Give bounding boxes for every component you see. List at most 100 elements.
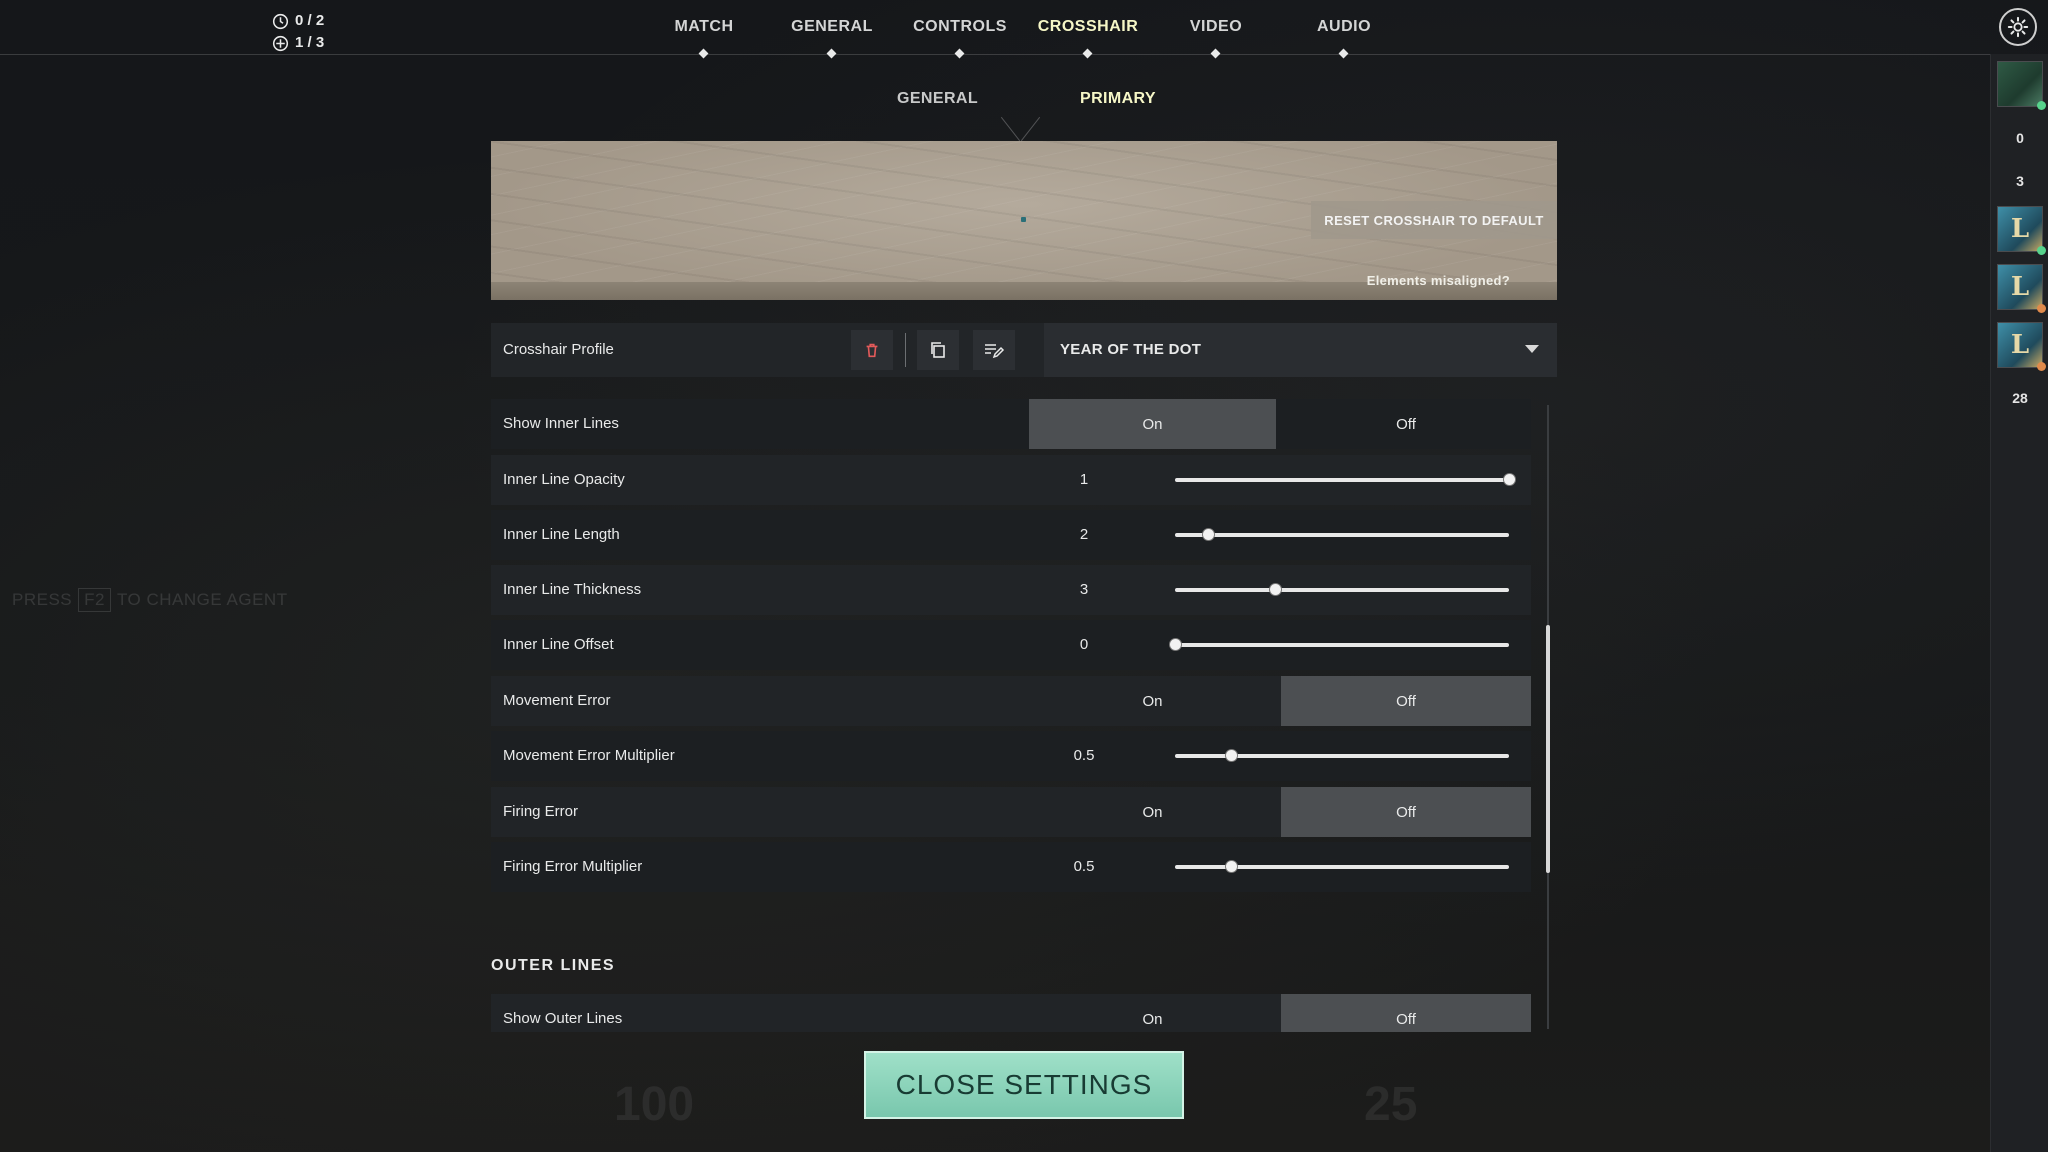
settings-top-bar: 0 / 2 1 / 3 MATCH GENERAL CONTROLS CROSS… (0, 0, 2037, 59)
trash-icon (866, 343, 878, 358)
scrollbar-thumb[interactable] (1546, 625, 1550, 873)
tab-audio[interactable]: AUDIO (1280, 0, 1408, 59)
settings-gear-button[interactable] (1999, 8, 2037, 46)
crosshair-profile-row: Crosshair Profile YEAR OF THE DOT (491, 323, 1557, 377)
setting-label: Inner Line Length (503, 526, 620, 543)
rail-count: 3 (2016, 173, 2024, 189)
setting-row-inner-line-opacity: Inner Line Opacity 1 (491, 455, 1531, 505)
reset-crosshair-button[interactable]: RESET CROSSHAIR TO DEFAULT (1311, 201, 1557, 239)
show-outer-lines-off-option[interactable]: Off (1281, 994, 1531, 1032)
friend-avatar[interactable]: L (1997, 206, 2046, 255)
close-settings-button[interactable]: CLOSE SETTINGS (864, 1051, 1184, 1119)
setting-row-inner-line-thickness: Inner Line Thickness 3 (491, 565, 1531, 615)
inner-line-thickness-value[interactable]: 3 (1069, 581, 1099, 598)
settings-scrollbar[interactable] (1546, 405, 1550, 1029)
movement-error-off-option[interactable]: Off (1281, 676, 1531, 726)
crosshair-dot (1021, 217, 1026, 222)
inner-line-offset-slider[interactable] (1170, 639, 1509, 650)
tab-controls[interactable]: CONTROLS (896, 0, 1024, 59)
ammo-readout: 25 (1364, 1078, 1418, 1131)
setting-row-show-inner-lines: Show Inner Lines On Off (491, 399, 1531, 449)
setting-row-inner-line-offset: Inner Line Offset 0 (491, 620, 1531, 670)
setting-row-show-outer-lines: Show Outer Lines On Off (491, 994, 1531, 1032)
match-counters: 0 / 2 1 / 3 (272, 10, 324, 54)
health-readout: 100 (614, 1078, 695, 1131)
gear-icon (2007, 16, 2029, 38)
inner-line-opacity-value[interactable]: 1 (1069, 471, 1099, 488)
setting-row-firing-error-multiplier: Firing Error Multiplier 0.5 (491, 842, 1531, 892)
firing-error-multiplier-value[interactable]: 0.5 (1069, 858, 1099, 875)
movement-error-on-option[interactable]: On (1029, 676, 1276, 726)
show-inner-lines-on-option[interactable]: On (1029, 399, 1276, 449)
plus-counter: 1 / 3 (272, 32, 324, 54)
setting-label: Movement Error Multiplier (503, 747, 675, 764)
copy-icon (931, 342, 945, 358)
inner-line-length-slider[interactable] (1175, 529, 1509, 540)
setting-row-inner-line-length: Inner Line Length 2 (491, 510, 1531, 560)
firing-error-on-option[interactable]: On (1029, 787, 1276, 837)
rename-icon (985, 344, 1005, 359)
friend-avatar[interactable]: L (1997, 322, 2046, 371)
slider-handle[interactable] (1225, 861, 1237, 872)
firing-error-off-option[interactable]: Off (1281, 787, 1531, 837)
slider-handle[interactable] (1170, 639, 1181, 650)
copy-profile-button[interactable] (917, 330, 959, 370)
outer-lines-heading: OUTER LINES (491, 957, 616, 974)
tab-crosshair[interactable]: CROSSHAIR (1024, 0, 1152, 59)
subtab-divider (1020, 116, 1041, 142)
show-outer-lines-on-option[interactable]: On (1029, 994, 1276, 1032)
setting-label: Firing Error Multiplier (503, 858, 643, 875)
inner-line-offset-value[interactable]: 0 (1069, 636, 1099, 653)
player-avatar[interactable] (1997, 61, 2046, 110)
setting-row-movement-error: Movement Error On Off (491, 676, 1531, 726)
tab-video[interactable]: VIDEO (1152, 0, 1280, 59)
inner-line-thickness-slider[interactable] (1175, 584, 1509, 595)
clock-icon (272, 13, 289, 29)
setting-label: Movement Error (503, 692, 611, 709)
timer-counter-value: 0 / 2 (295, 12, 325, 29)
setting-label: Inner Line Thickness (503, 581, 642, 598)
show-inner-lines-off-option[interactable]: Off (1281, 399, 1531, 449)
inner-line-length-value[interactable]: 2 (1069, 526, 1099, 543)
timer-counter: 0 / 2 (272, 10, 324, 32)
plus-counter-value: 1 / 3 (295, 34, 325, 51)
crosshair-settings-list: Show Inner Lines On Off Inner Line Opaci… (491, 399, 1531, 1032)
slider-handle[interactable] (1504, 474, 1515, 485)
social-rail: 0 3 L L L 28 (1990, 54, 2048, 1152)
setting-label: Show Outer Lines (503, 1010, 623, 1027)
crosshair-preview: RESET CROSSHAIR TO DEFAULT Elements misa… (491, 141, 1557, 300)
setting-label: Inner Line Opacity (503, 471, 625, 488)
subtab-primary[interactable]: PRIMARY (1080, 90, 1156, 108)
slider-handle[interactable] (1203, 529, 1215, 540)
subtab-general[interactable]: GENERAL (897, 90, 978, 108)
setting-label: Firing Error (503, 803, 579, 820)
crosshair-subtabs: GENERAL PRIMARY (870, 86, 1170, 142)
crosshair-profile-label: Crosshair Profile (503, 341, 614, 358)
delete-profile-button[interactable] (851, 330, 893, 370)
setting-row-movement-error-multiplier: Movement Error Multiplier 0.5 (491, 731, 1531, 781)
settings-tabs: MATCH GENERAL CONTROLS CROSSHAIR VIDEO A… (640, 0, 1408, 59)
setting-label: Show Inner Lines (503, 415, 619, 432)
subtab-divider (1000, 116, 1021, 142)
slider-handle[interactable] (1270, 584, 1282, 595)
rail-count: 28 (2012, 390, 2028, 406)
profile-select-value: YEAR OF THE DOT (1060, 341, 1202, 358)
firing-error-multiplier-slider[interactable] (1175, 861, 1509, 872)
setting-label: Inner Line Offset (503, 636, 614, 653)
rail-count: 0 (2016, 130, 2024, 146)
rename-profile-button[interactable] (973, 330, 1015, 370)
inner-line-opacity-slider[interactable] (1175, 474, 1515, 485)
profile-divider (905, 333, 906, 367)
chevron-down-icon (1525, 345, 1539, 353)
movement-error-multiplier-slider[interactable] (1175, 750, 1509, 761)
plus-circle-icon (272, 35, 289, 51)
profile-select[interactable]: YEAR OF THE DOT (1044, 323, 1557, 377)
slider-handle[interactable] (1225, 750, 1237, 761)
elements-misaligned-link[interactable]: Elements misaligned? (1367, 273, 1510, 288)
tab-general[interactable]: GENERAL (768, 0, 896, 59)
tab-match[interactable]: MATCH (640, 0, 768, 59)
movement-error-multiplier-value[interactable]: 0.5 (1069, 747, 1099, 764)
setting-row-firing-error: Firing Error On Off (491, 787, 1531, 837)
friend-avatar[interactable]: L (1997, 264, 2046, 313)
change-agent-hint: PRESS F2 TO CHANGE AGENT (12, 588, 288, 612)
